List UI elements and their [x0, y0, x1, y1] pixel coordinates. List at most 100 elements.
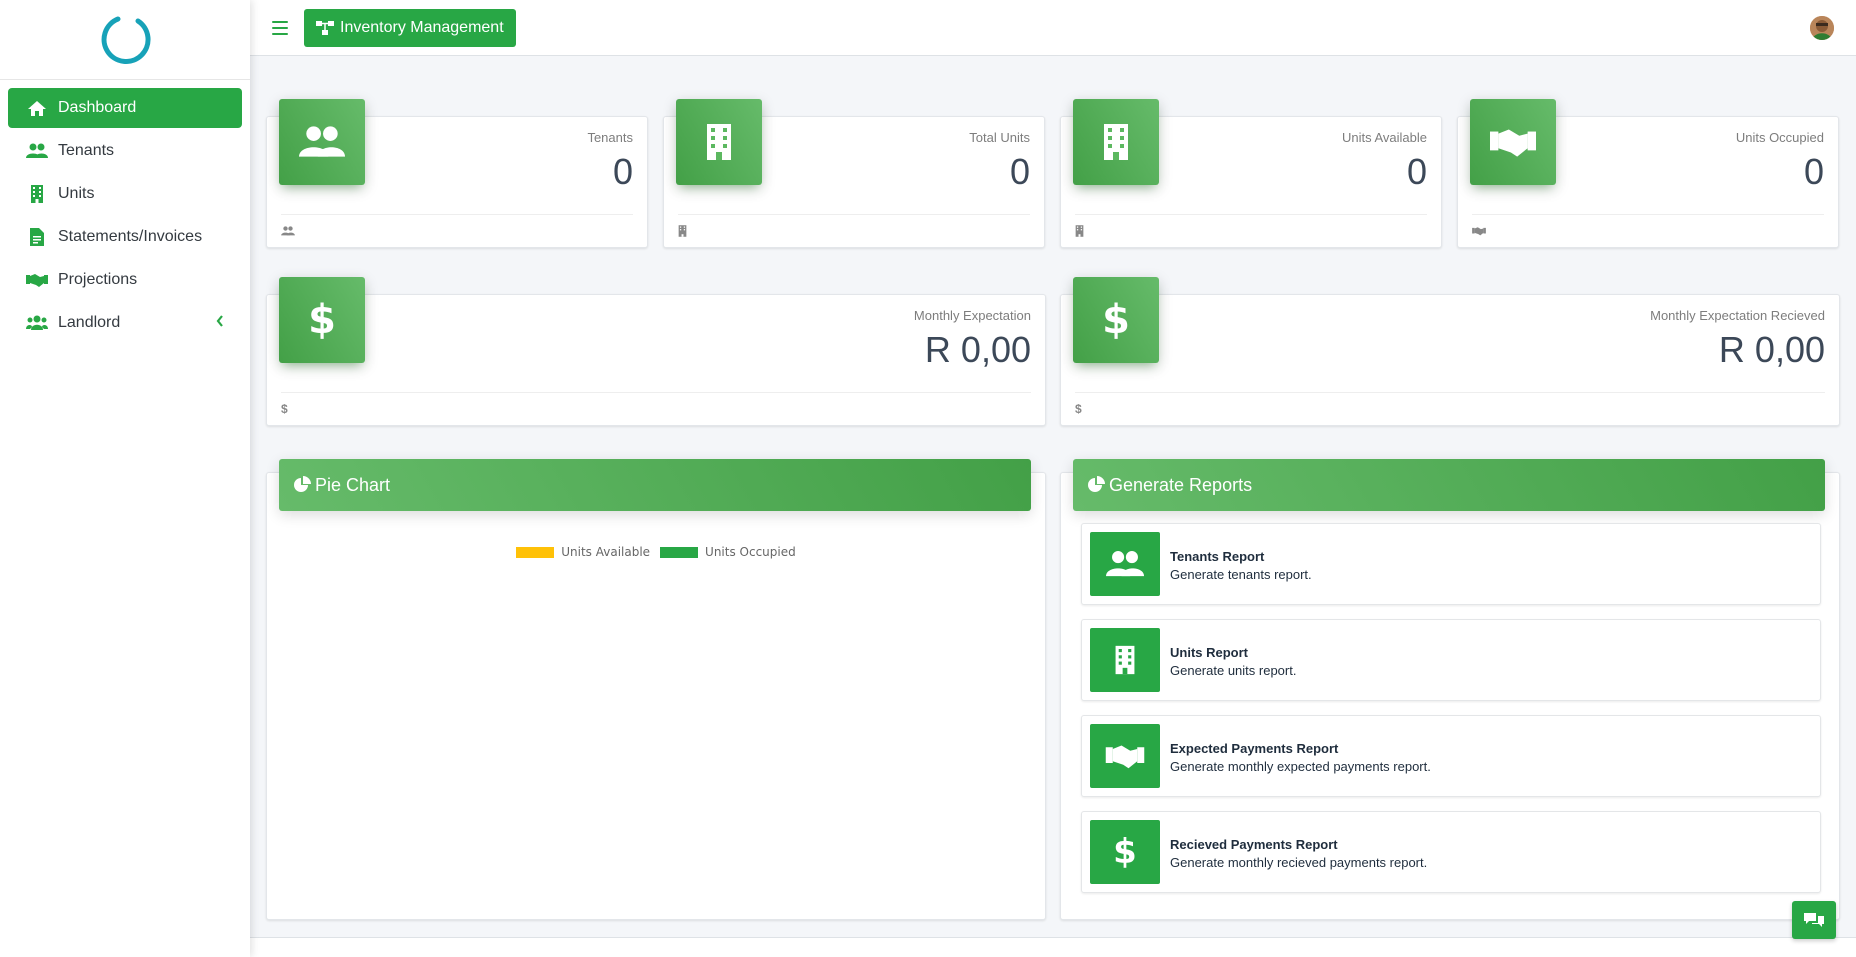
building-icon: [26, 185, 48, 203]
legend-item-units-occupied[interactable]: Units Occupied: [660, 545, 796, 559]
stat-value: 0: [612, 151, 633, 192]
stat-label: Monthly Expectation Recieved: [1650, 308, 1825, 323]
sidebar-nav: Dashboard Tenants Units Statements/Invoi…: [0, 80, 250, 354]
chart-legend: Units Available Units Occupied: [267, 545, 1045, 559]
stat-label: Monthly Expectation: [913, 308, 1031, 323]
stat-label: Units Occupied: [1735, 130, 1824, 145]
chart-pie-icon: [294, 476, 311, 492]
panel-title: Pie Chart: [315, 474, 391, 495]
sidebar-item-label: Dashboard: [58, 99, 137, 116]
chart-pie-icon: [1088, 476, 1105, 492]
stat-footer: $: [1075, 392, 1825, 425]
sidebar-item-label: Landlord: [58, 314, 121, 331]
handshake-icon: [1090, 724, 1160, 788]
report-desc: Generate monthly expected payments repor…: [1170, 759, 1431, 774]
dollar-icon: $: [1073, 277, 1159, 363]
building-icon: [676, 99, 762, 185]
users-group-icon: [26, 314, 48, 332]
logo-icon: [101, 16, 151, 64]
dollar-icon: $: [279, 277, 365, 363]
pie-chart-panel: Pie Chart Units Available Units Occupied: [266, 459, 1046, 920]
footer: [250, 937, 1856, 957]
building-icon: [1075, 225, 1084, 237]
stat-footer: [678, 214, 1030, 247]
legend-item-units-available[interactable]: Units Available: [516, 545, 650, 559]
sitemap-icon: [316, 20, 334, 35]
pie-chart-header: Pie Chart: [279, 459, 1031, 511]
topbar: Inventory Management: [250, 0, 1856, 56]
comments-icon: [1804, 913, 1824, 927]
stat-card-monthly-expectation: $ Monthly Expectation R 0,00 $: [266, 277, 1046, 426]
legend-label: Units Occupied: [705, 545, 796, 559]
home-icon: [26, 99, 48, 117]
sidebar: Dashboard Tenants Units Statements/Invoi…: [0, 0, 250, 957]
handshake-icon: [1470, 99, 1556, 185]
main-content: Tenants 0 Total Units 0 Units Available …: [250, 56, 1856, 957]
chat-button[interactable]: [1792, 901, 1836, 939]
brand-logo[interactable]: [0, 0, 250, 80]
stat-value: 0: [1009, 151, 1030, 192]
stat-value: R 0,00: [924, 329, 1031, 370]
stat-footer: [281, 214, 633, 247]
stat-label: Tenants: [587, 130, 633, 145]
stat-label: Total Units: [969, 130, 1030, 145]
app-title: Inventory Management: [340, 18, 504, 36]
handshake-icon: [26, 271, 48, 289]
handshake-icon: [1472, 227, 1486, 236]
recieved-payments-report-button[interactable]: $ Recieved Payments Report Generate mont…: [1081, 811, 1821, 893]
dollar-icon: $: [1075, 402, 1082, 416]
avatar[interactable]: [1810, 16, 1834, 40]
generate-reports-panel: Generate Reports Tenants Report Generate…: [1060, 459, 1840, 920]
legend-label: Units Available: [561, 545, 651, 559]
reports-header: Generate Reports: [1073, 459, 1825, 511]
stat-card-units-available: Units Available 0: [1060, 99, 1442, 248]
panel-title: Generate Reports: [1109, 474, 1253, 495]
legend-swatch: [516, 546, 555, 558]
sidebar-item-tenants[interactable]: Tenants: [8, 131, 242, 171]
menu-toggle-icon[interactable]: [272, 20, 288, 35]
app-title-button[interactable]: Inventory Management: [304, 8, 516, 47]
report-title: Expected Payments Report: [1170, 741, 1339, 756]
legend-swatch: [660, 546, 699, 558]
stat-value: 0: [1803, 151, 1824, 192]
report-desc: Generate monthly recieved payments repor…: [1170, 855, 1428, 870]
sidebar-item-label: Statements/Invoices: [58, 228, 203, 245]
sidebar-item-statements[interactable]: Statements/Invoices: [8, 217, 242, 257]
report-desc: Generate tenants report.: [1170, 567, 1312, 582]
sidebar-item-label: Projections: [58, 271, 138, 288]
users-icon: [1090, 532, 1160, 596]
report-title: Tenants Report: [1170, 549, 1265, 564]
tenants-report-button[interactable]: Tenants Report Generate tenants report.: [1081, 523, 1821, 605]
users-icon: [26, 142, 48, 160]
dollar-icon: $: [281, 402, 288, 416]
report-title: Units Report: [1170, 645, 1248, 660]
users-icon: [279, 99, 365, 185]
stat-footer: [1075, 214, 1427, 247]
expected-payments-report-button[interactable]: Expected Payments Report Generate monthl…: [1081, 715, 1821, 797]
building-icon: [1073, 99, 1159, 185]
stat-card-units-occupied: Units Occupied 0: [1457, 99, 1839, 248]
building-icon: [678, 225, 687, 237]
units-report-button[interactable]: Units Report Generate units report.: [1081, 619, 1821, 701]
building-icon: [1090, 628, 1160, 692]
sidebar-item-landlord[interactable]: Landlord: [8, 303, 242, 343]
stat-value: R 0,00: [1718, 329, 1825, 370]
report-title: Recieved Payments Report: [1170, 837, 1338, 852]
stat-label: Units Available: [1341, 130, 1427, 145]
stat-card-total-units: Total Units 0: [663, 99, 1045, 248]
stat-card-tenants: Tenants 0: [266, 99, 648, 248]
stat-card-monthly-expectation-recieved: $ Monthly Expectation Recieved R 0,00 $: [1060, 277, 1840, 426]
chevron-left-icon[interactable]: [216, 314, 224, 332]
sidebar-item-label: Tenants: [58, 142, 115, 159]
sidebar-item-units[interactable]: Units: [8, 174, 242, 214]
stat-footer: [1472, 214, 1824, 247]
sidebar-item-label: Units: [58, 185, 95, 202]
report-desc: Generate units report.: [1170, 663, 1297, 678]
users-icon: [281, 226, 295, 236]
sidebar-item-dashboard[interactable]: Dashboard: [8, 88, 242, 128]
dollar-icon: $: [1090, 820, 1160, 884]
stat-footer: $: [281, 392, 1031, 425]
file-invoice-icon: [26, 228, 48, 246]
stat-value: 0: [1406, 151, 1427, 192]
sidebar-item-projections[interactable]: Projections: [8, 260, 242, 300]
